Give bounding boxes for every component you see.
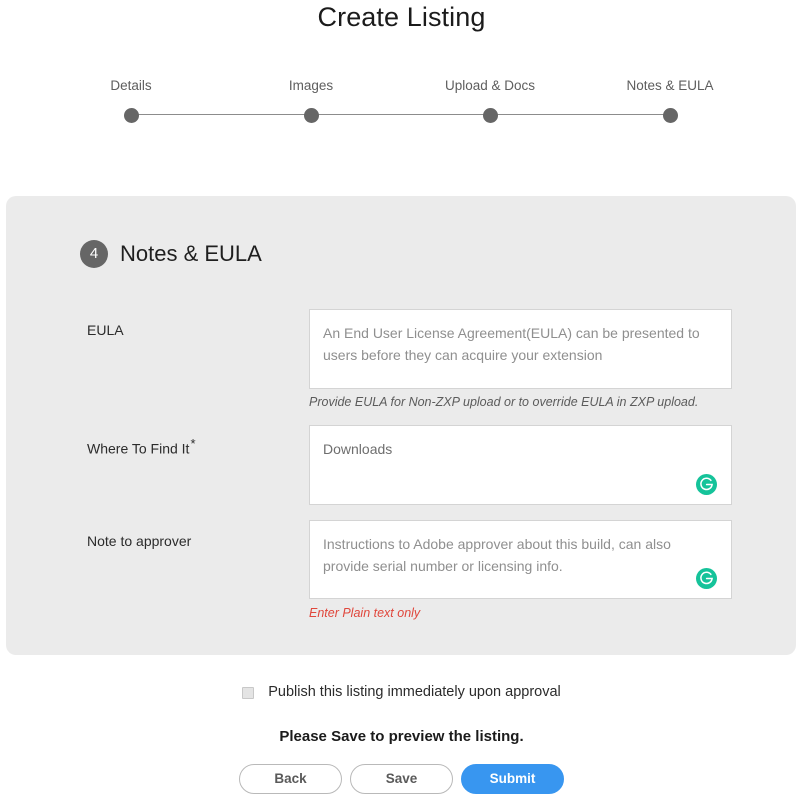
note-to-approver-placeholder: Instructions to Adobe approver about thi… (323, 536, 671, 574)
grammarly-icon[interactable] (696, 568, 717, 589)
grammarly-icon[interactable] (696, 474, 717, 495)
stepper-step-dot[interactable] (303, 108, 319, 123)
where-to-find-it-textarea[interactable]: Downloads (309, 425, 732, 505)
publish-immediately-label: Publish this listing immediately upon ap… (268, 684, 561, 700)
page-title: Create Listing (317, 2, 486, 32)
section-title: Notes & EULA (120, 241, 262, 266)
note-to-approver-label: Note to approver (87, 533, 192, 549)
save-preview-hint: Please Save to preview the listing. (279, 728, 524, 745)
eula-placeholder: An End User License Agreement(EULA) can … (323, 325, 700, 363)
note-to-approver-helper-text: Enter Plain text only (309, 606, 421, 620)
progress-stepper: Details Images Upload & Docs Notes & EUL… (0, 78, 803, 128)
section-header: 4 Notes & EULA (80, 240, 262, 268)
stepper-step-images[interactable]: Images (231, 78, 391, 123)
save-button[interactable]: Save (350, 764, 453, 794)
stepper-step-dot[interactable] (662, 108, 678, 123)
publish-row: Publish this listing immediately upon ap… (0, 683, 803, 702)
stepper-step-label: Upload & Docs (444, 78, 536, 93)
stepper-step-dot[interactable] (482, 108, 498, 123)
section-number-badge: 4 (80, 240, 108, 268)
back-button[interactable]: Back (239, 764, 342, 794)
publish-immediately-checkbox[interactable] (242, 686, 255, 699)
note-to-approver-textarea[interactable]: Instructions to Adobe approver about thi… (309, 520, 732, 599)
where-to-find-it-placeholder: Downloads (323, 441, 393, 457)
where-to-find-it-label: Where To Find It* (87, 437, 196, 458)
stepper-step-notes-and-eula[interactable]: Notes & EULA (590, 78, 750, 123)
stepper-step-label: Images (288, 78, 334, 93)
stepper-step-upload-and-docs[interactable]: Upload & Docs (410, 78, 570, 123)
submit-button[interactable]: Submit (461, 764, 564, 794)
stepper-step-dot[interactable] (123, 108, 139, 123)
eula-helper-text: Provide EULA for Non-ZXP upload or to ov… (309, 395, 699, 409)
required-asterisk: * (190, 436, 196, 451)
form-actions: Back Save Submit (0, 764, 803, 794)
notes-and-eula-panel: 4 Notes & EULA EULA An End User License … (6, 196, 796, 655)
eula-label: EULA (87, 322, 124, 338)
stepper-step-details[interactable]: Details (51, 78, 211, 123)
stepper-step-label: Details (110, 78, 152, 93)
stepper-step-label: Notes & EULA (626, 78, 714, 93)
eula-textarea[interactable]: An End User License Agreement(EULA) can … (309, 309, 732, 389)
where-to-find-it-label-text: Where To Find It (87, 440, 190, 457)
